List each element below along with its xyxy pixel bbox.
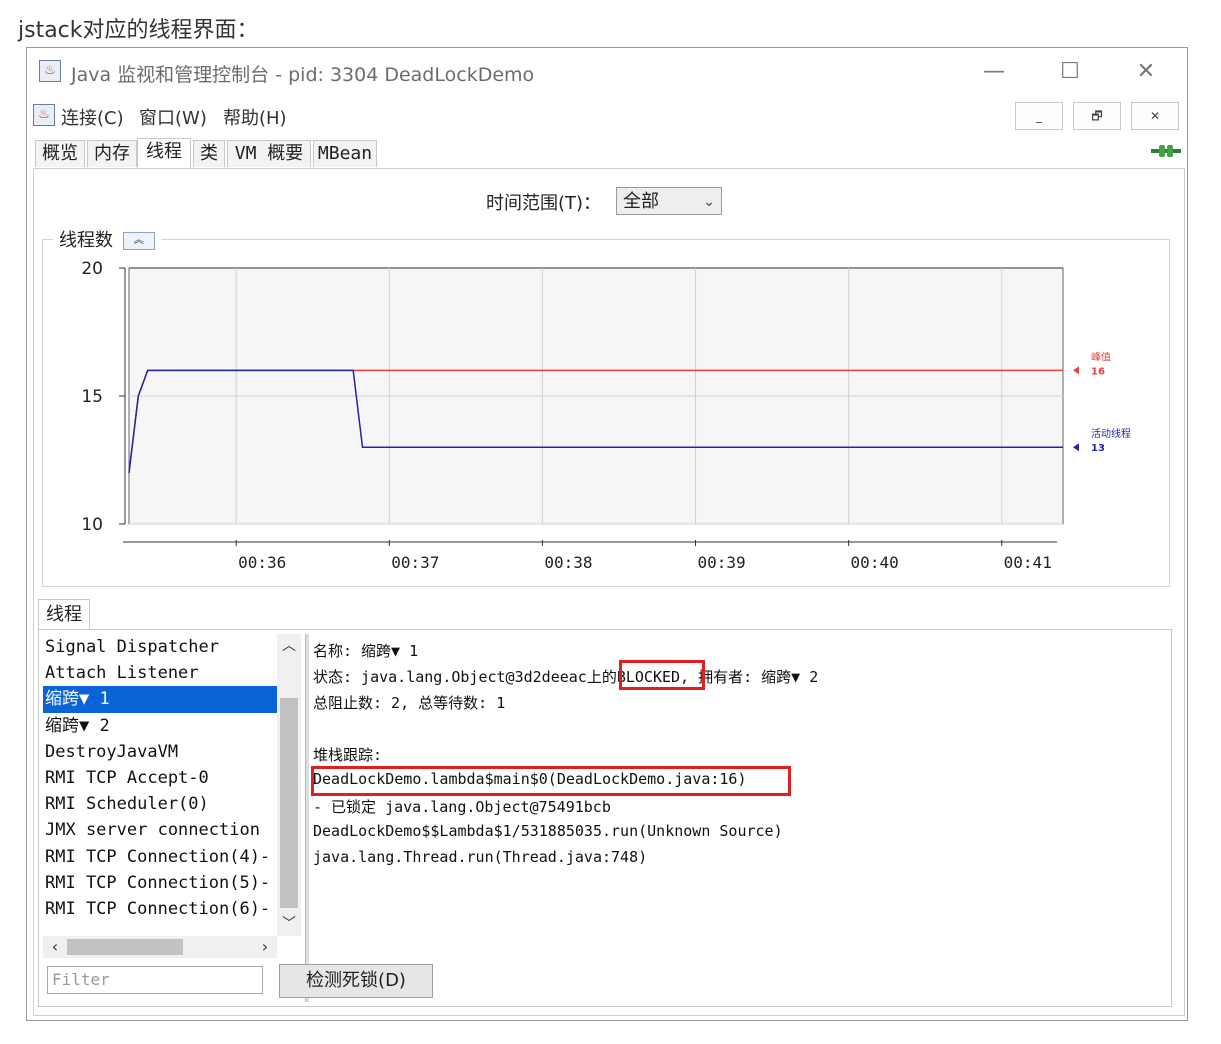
tab-threads[interactable]: 线程 [137, 138, 191, 169]
x-tick-label: 00:36 [238, 553, 286, 572]
series-marker [1073, 366, 1079, 375]
series-marker [1073, 443, 1079, 452]
thread-list: Signal Dispatcher Attach Listener 缩跨▼ 1 缩跨▼… [43, 634, 277, 936]
detect-deadlock-button[interactable]: 检测死锁(D) [279, 964, 433, 998]
connection-status-icon [1151, 145, 1181, 157]
thread-state-line: 状态: java.lang.Object@3d2deeac上的BLOCKED, … [313, 666, 818, 687]
series-value-label: 16 [1091, 366, 1105, 377]
stack-frame: DeadLockDemo$$Lambda$1/531885035.run(Unk… [313, 822, 783, 840]
thread-list-item[interactable]: JMX server connection [43, 817, 277, 843]
x-tick-label: 00:40 [851, 553, 899, 572]
thread-list-vscroll[interactable]: ︿ ﹀ [277, 634, 301, 936]
menu-window[interactable]: 窗口(W) [139, 104, 207, 130]
thread-counts-line: 总阻止数: 2, 总等待数: 1 [313, 694, 506, 712]
scroll-left-icon[interactable]: ‹ [43, 936, 67, 958]
thread-state-prefix: 状态: java.lang.Object@3d2deeac上的 [313, 668, 617, 686]
chevron-down-icon: ⌄ [703, 194, 715, 210]
menu-connect[interactable]: 连接(C) [61, 104, 124, 130]
stack-frame: java.lang.Thread.run(Thread.java:748) [313, 848, 648, 866]
thread-list-item[interactable]: RMI TCP Accept-0 [43, 765, 277, 791]
thread-list-hscroll[interactable]: ‹ › [43, 936, 277, 958]
tab-memory[interactable]: 内存 [87, 140, 137, 167]
java-cup-icon: ♨ [33, 104, 55, 126]
thread-list-item[interactable]: DestroyJavaVM [43, 739, 277, 765]
tab-vm-summary-label: VM 概要 [234, 143, 304, 164]
thread-list-item[interactable]: 缩跨▼ 2 [43, 713, 277, 739]
tab-overview[interactable]: 概览 [35, 140, 85, 167]
title-bar: ♨ Java 监视和管理控制台 - pid: 3304 DeadLockDemo… [27, 48, 1187, 96]
x-tick-label: 00:37 [391, 553, 439, 572]
threads-detail-area: Signal Dispatcher Attach Listener 缩跨▼ 1 缩跨▼… [38, 629, 1172, 1007]
thread-list-item[interactable]: RMI TCP Connection(6)- [43, 896, 277, 922]
series-value-label: 13 [1091, 443, 1105, 454]
time-range-label: 时间范围(T)： [486, 193, 602, 214]
tab-mbean[interactable]: MBean [313, 140, 377, 167]
close-button[interactable]: ✕ [1123, 56, 1169, 88]
tab-mbean-label: MBean [317, 143, 373, 164]
thread-list-item[interactable]: RMI Scheduler(0) [43, 791, 277, 817]
minimize-button[interactable]: — [971, 56, 1017, 88]
inner-minimize-button[interactable]: _ [1015, 102, 1063, 130]
x-tick-label: 00:38 [544, 553, 592, 572]
inner-restore-button[interactable]: 🗗 [1073, 102, 1121, 130]
scroll-up-icon[interactable]: ︿ [277, 634, 301, 658]
hscroll-thumb[interactable] [67, 939, 183, 955]
stack-frame: - 已锁定 java.lang.Object@75491bcb [313, 798, 611, 816]
inner-close-button[interactable]: ✕ [1131, 102, 1179, 130]
y-tick-label: 15 [81, 387, 103, 407]
x-tick-label: 00:39 [697, 553, 745, 572]
thread-state-owner: 拥有者: 缩跨▼ 2 [689, 668, 819, 686]
thread-count-chart-group: 线程数 ︽ 00:36 00:37 00:38 00:39 00:40 00:41 20 15… [42, 226, 1170, 587]
thread-list-item[interactable]: Signal Dispatcher [43, 634, 277, 660]
tab-vm-summary[interactable]: VM 概要 [227, 140, 311, 167]
scroll-down-icon[interactable]: ﹀ [277, 912, 301, 936]
thread-list-item[interactable]: 缩跨▼ 1 [43, 686, 277, 713]
java-cup-icon: ♨ [39, 60, 61, 82]
thread-list-item[interactable]: RMI TCP Connection(4)- [43, 844, 277, 870]
maximize-button[interactable]: ☐ [1047, 56, 1093, 88]
vscroll-thumb[interactable] [280, 698, 298, 908]
thread-list-item[interactable]: Attach Listener [43, 660, 277, 686]
stack-frame-highlight-box [311, 766, 791, 796]
thread-list-item[interactable]: RMI TCP Connection(5)- [43, 870, 277, 896]
scroll-right-icon[interactable]: › [253, 936, 277, 958]
filter-input[interactable]: Filter [47, 966, 263, 994]
y-tick-label: 20 [81, 259, 103, 279]
window-title: Java 监视和管理控制台 - pid: 3304 DeadLockDemo [71, 64, 535, 86]
thread-name-line: 名称: 缩跨▼ 1 [313, 642, 419, 660]
x-tick-label: 00:41 [1004, 553, 1052, 572]
jconsole-window: ♨ Java 监视和管理控制台 - pid: 3304 DeadLockDemo… [26, 47, 1188, 1021]
series-name-label: 活动线程 [1091, 427, 1131, 440]
tab-classes[interactable]: 类 [193, 140, 225, 167]
series-name-label: 峰值 [1091, 350, 1111, 363]
menu-bar: ♨ 连接(C) 窗口(W) 帮助(H) _ 🗗 ✕ [27, 98, 1187, 134]
page-caption: jstack对应的线程界面： [18, 18, 259, 43]
threads-panel: 时间范围(T)： 全部 ⌄ 线程数 ︽ 00:36 00:37 00:38 00:39… [33, 168, 1185, 1016]
menu-help[interactable]: 帮助(H) [223, 104, 287, 130]
y-tick-label: 10 [81, 515, 103, 535]
main-tabs: 概览 内存 线程 类 VM 概要 MBean [31, 138, 1181, 169]
thread-detail: 名称: 缩跨▼ 1 状态: java.lang.Object@3d2deeac上… [311, 636, 1163, 966]
threads-subtab[interactable]: 线程 [38, 599, 90, 630]
time-range-select[interactable]: 全部 ⌄ [616, 187, 722, 215]
split-divider[interactable] [305, 634, 309, 1002]
time-range-value: 全部 [623, 191, 659, 212]
stack-heading: 堆栈跟踪: [313, 746, 383, 764]
thread-count-chart: 00:36 00:37 00:38 00:39 00:40 00:41 20 15 10 峰值 16… [81, 259, 1131, 572]
blocked-highlight-box [619, 660, 705, 690]
